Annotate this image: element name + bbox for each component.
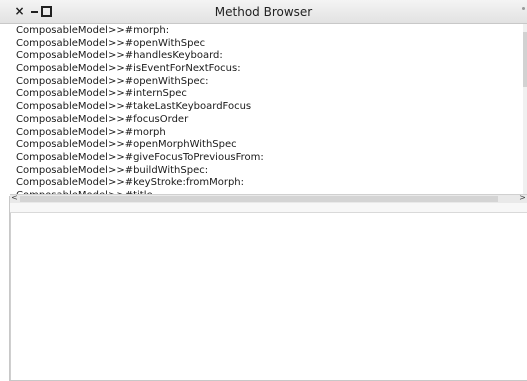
pane-left-border bbox=[9, 196, 10, 381]
method-list-pane[interactable]: ComposableModel>>#morph: ComposableModel>… bbox=[10, 24, 527, 196]
method-list-item[interactable]: ComposableModel>>#takeLastKeyboardFocus bbox=[10, 101, 264, 114]
method-list-item[interactable]: ComposableModel>>#buildWithSpec: bbox=[10, 165, 264, 178]
method-list-item[interactable]: ComposableModel>>#keyStroke:fromMorph: bbox=[10, 177, 264, 190]
method-list-item[interactable]: ComposableModel>>#isEventForNextFocus: bbox=[10, 63, 264, 76]
horizontal-scroll-thumb[interactable] bbox=[20, 196, 498, 202]
pane-splitter[interactable] bbox=[10, 203, 527, 213]
method-list-item[interactable]: ComposableModel>>#focusOrder bbox=[10, 114, 264, 127]
method-list-item[interactable]: ComposableModel>>#morph bbox=[10, 127, 264, 140]
method-list-item[interactable]: ComposableModel>>#morph: bbox=[10, 25, 264, 38]
close-icon[interactable]: × bbox=[13, 5, 26, 18]
method-list-vertical-scrollbar[interactable] bbox=[523, 24, 527, 194]
method-list-item[interactable]: ComposableModel>>#openWithSpec bbox=[10, 38, 264, 51]
method-browser-window: Method Browser × ComposableModel>>#morph… bbox=[0, 0, 527, 381]
window-title: Method Browser bbox=[214, 5, 313, 19]
window-menu-icon[interactable] bbox=[522, 7, 525, 10]
method-list-item[interactable]: ComposableModel>>#giveFocusToPreviousFro… bbox=[10, 152, 264, 165]
scroll-right-icon[interactable]: > bbox=[518, 193, 527, 202]
method-list-item[interactable]: ComposableModel>>#internSpec bbox=[10, 88, 264, 101]
vertical-scroll-thumb[interactable] bbox=[523, 32, 527, 87]
maximize-icon[interactable] bbox=[40, 5, 53, 18]
method-list-horizontal-scrollbar[interactable]: < > bbox=[10, 193, 527, 203]
method-list-item[interactable]: ComposableModel>>#handlesKeyboard: bbox=[10, 50, 264, 63]
title-bar[interactable]: Method Browser × bbox=[0, 0, 527, 24]
source-code-text[interactable] bbox=[11, 213, 527, 221]
method-list[interactable]: ComposableModel>>#morph: ComposableModel>… bbox=[10, 25, 264, 196]
scroll-left-icon[interactable]: < bbox=[10, 193, 19, 202]
method-list-item[interactable]: ComposableModel>>#openWithSpec: bbox=[10, 76, 264, 89]
source-code-pane[interactable] bbox=[10, 213, 527, 381]
method-list-item[interactable]: ComposableModel>>#openMorphWithSpec bbox=[10, 139, 264, 152]
